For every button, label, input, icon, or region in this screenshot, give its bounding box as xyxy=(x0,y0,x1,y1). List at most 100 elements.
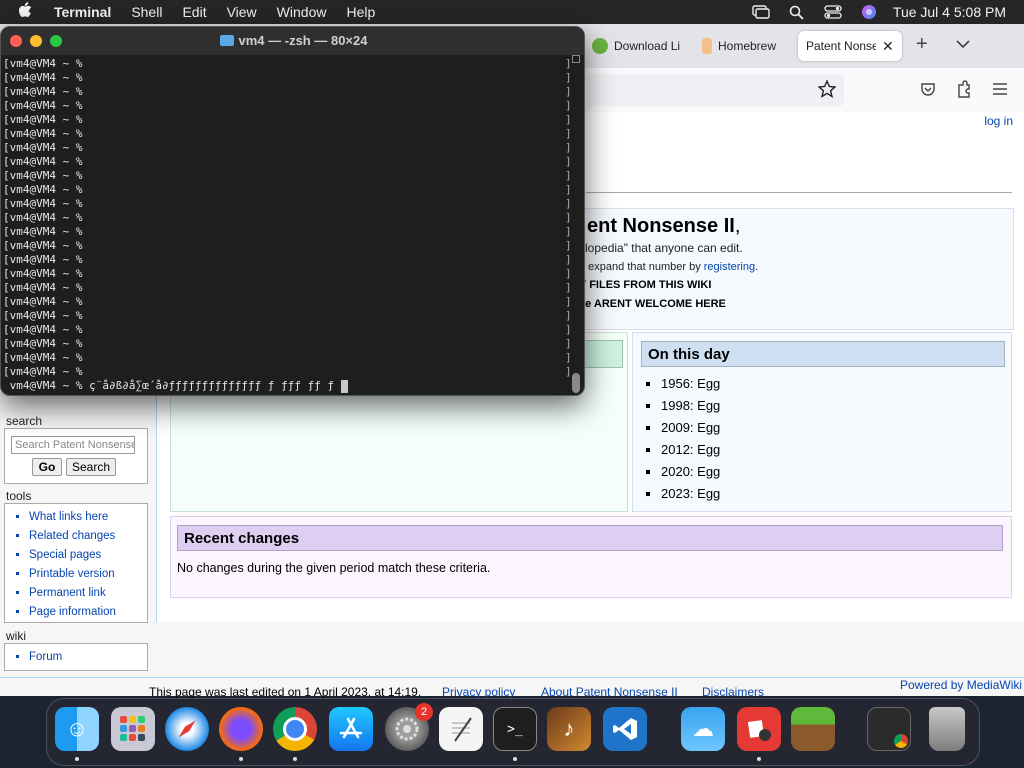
terminal-line: [vm4@VM4 ~ % xyxy=(3,71,83,84)
welcome-title: ent Nonsense II, xyxy=(587,215,741,237)
menu-bar: Terminal Shell Edit View Window Help Tue… xyxy=(0,0,1024,24)
list-item: 2012: Egg xyxy=(661,439,720,461)
on-this-day-box: On this day 1956: Egg 1998: Egg 2009: Eg… xyxy=(632,332,1012,512)
firefox-icon[interactable] xyxy=(219,707,263,751)
apple-menu-icon[interactable] xyxy=(18,2,38,22)
terminal-line: [vm4@VM4 ~ % xyxy=(3,169,83,182)
vscode-icon[interactable] xyxy=(603,707,647,751)
close-tab-icon[interactable]: ✕ xyxy=(882,38,894,55)
siri-icon[interactable] xyxy=(857,4,881,20)
new-tab-icon[interactable]: + xyxy=(916,33,928,56)
terminal-line: [vm4@VM4 ~ % xyxy=(3,113,83,126)
terminal-line: [vm4@VM4 ~ % xyxy=(3,337,83,350)
control-center-icon[interactable] xyxy=(821,4,845,20)
welcome-tagline: clopedia" that anyone can edit. xyxy=(579,241,743,255)
terminal-window[interactable]: vm4 — -zsh — 80×24 [vm4@VM4 ~ % [vm4@VM4 … xyxy=(0,26,585,396)
minimized-window-thumbnail[interactable] xyxy=(867,707,911,751)
search-button[interactable]: Search xyxy=(66,458,116,476)
menu-edit[interactable]: Edit xyxy=(182,4,206,20)
footer-disclaimers-link[interactable]: Disclaimers xyxy=(702,685,764,699)
terminal-titlebar[interactable]: vm4 — -zsh — 80×24 xyxy=(1,27,584,55)
url-bar[interactable] xyxy=(586,74,844,106)
tab-label: Patent Nonse xyxy=(806,39,876,53)
homebrew-favicon-icon xyxy=(702,38,712,54)
tools-portlet: What links here Related changes Special … xyxy=(4,503,148,623)
launchpad-icon[interactable] xyxy=(111,707,155,751)
tools-special-pages[interactable]: Special pages xyxy=(29,546,147,565)
menu-clock[interactable]: Tue Jul 4 5:08 PM xyxy=(893,4,1006,20)
go-button[interactable]: Go xyxy=(32,458,62,476)
register-link[interactable]: registering xyxy=(704,261,755,273)
textedit-icon[interactable] xyxy=(439,707,483,751)
running-indicator xyxy=(293,757,297,761)
terminal-line: [vm4@VM4 ~ % xyxy=(3,127,83,140)
terminal-line: [vm4@VM4 ~ % xyxy=(3,267,83,280)
wiki-footer: This page was last edited on 1 April 202… xyxy=(0,677,1024,699)
tab-label: Download Li xyxy=(614,39,681,53)
tab-homebrew[interactable]: Homebrew xyxy=(702,31,776,61)
chrome-icon[interactable] xyxy=(273,707,317,751)
wiki-forum-link[interactable]: Forum xyxy=(29,648,147,667)
tab-download[interactable]: Download Li xyxy=(592,31,680,61)
tab-patent-nonsense[interactable]: Patent Nonse ✕ xyxy=(798,31,902,61)
welcome-register-line: o expand that number by registering. xyxy=(579,261,759,273)
settings-badge: 2 xyxy=(415,703,433,721)
garageband-icon[interactable]: ♪ xyxy=(547,707,591,751)
pocket-icon[interactable] xyxy=(920,81,936,102)
terminal-line: [vm4@VM4 ~ % xyxy=(3,197,83,210)
powered-by-mediawiki[interactable]: Powered by MediaWiki xyxy=(900,678,1022,692)
terminal-line: [vm4@VM4 ~ % xyxy=(3,351,83,364)
terminal-current-line[interactable]: vm4@VM4 ~ % ç¨å∂ß∂å∑œ´å∂ƒƒƒƒƒƒƒƒƒƒƒƒƒƒ ƒ… xyxy=(3,379,348,393)
hamburger-menu-icon[interactable] xyxy=(992,82,1008,101)
scrollbar-thumb[interactable] xyxy=(572,373,580,393)
menu-window[interactable]: Window xyxy=(277,4,327,20)
list-item: 1956: Egg xyxy=(661,373,720,395)
menu-app-terminal[interactable]: Terminal xyxy=(54,4,111,20)
recent-changes-box: Recent changes No changes during the giv… xyxy=(170,516,1012,598)
login-link[interactable]: log in xyxy=(984,114,1013,128)
menu-view[interactable]: View xyxy=(227,4,257,20)
terminal-icon[interactable]: >_ xyxy=(493,707,537,751)
recent-changes-heading: Recent changes xyxy=(177,525,1003,551)
minecraft-icon[interactable] xyxy=(791,707,835,751)
bookmark-star-icon[interactable] xyxy=(817,79,837,103)
photo-booth-icon[interactable] xyxy=(737,707,781,751)
wiki-search-input[interactable]: Search Patent Nonsense II xyxy=(11,436,135,454)
terminal-line: [vm4@VM4 ~ % xyxy=(3,365,83,378)
linux-mint-favicon-icon xyxy=(592,38,608,54)
terminal-line: [vm4@VM4 ~ % xyxy=(3,253,83,266)
folder-icon xyxy=(219,35,234,46)
tools-what-links-here[interactable]: What links here xyxy=(29,508,147,527)
wiki-label: wiki xyxy=(6,629,26,643)
app-store-icon[interactable] xyxy=(329,707,373,751)
list-item: 1998: Egg xyxy=(661,395,720,417)
tools-permanent-link[interactable]: Permanent link xyxy=(29,584,147,603)
spotlight-search-icon[interactable] xyxy=(785,4,809,20)
terminal-line: [vm4@VM4 ~ % xyxy=(3,295,83,308)
footer-privacy-link[interactable]: Privacy policy xyxy=(442,685,515,699)
finder-icon[interactable]: ☺ xyxy=(55,707,99,751)
safari-icon[interactable] xyxy=(165,707,209,751)
terminal-scrollbar[interactable] xyxy=(571,55,581,395)
recent-changes-text: No changes during the given period match… xyxy=(177,561,491,575)
tools-related-changes[interactable]: Related changes xyxy=(29,527,147,546)
screen-mirroring-icon[interactable] xyxy=(749,4,773,20)
terminal-line: [vm4@VM4 ~ % xyxy=(3,57,83,70)
menu-help[interactable]: Help xyxy=(346,4,375,20)
tools-printable-version[interactable]: Printable version xyxy=(29,565,147,584)
terminal-output[interactable]: [vm4@VM4 ~ % [vm4@VM4 ~ % [vm4@VM4 ~ % [vm4… xyxy=(3,57,348,393)
title-divider xyxy=(586,192,1012,193)
menu-shell[interactable]: Shell xyxy=(131,4,162,20)
terminal-line: [vm4@VM4 ~ % xyxy=(3,183,83,196)
tab-list-chevron-icon[interactable] xyxy=(956,36,970,54)
running-indicator xyxy=(757,757,761,761)
footer-about-link[interactable]: About Patent Nonsense II xyxy=(541,685,678,699)
tools-page-information[interactable]: Page information xyxy=(29,603,147,622)
trash-icon[interactable] xyxy=(929,707,965,751)
terminal-line: [vm4@VM4 ~ % xyxy=(3,85,83,98)
system-settings-icon[interactable]: 2 xyxy=(385,703,433,751)
terminal-cursor xyxy=(340,379,348,393)
welcome-notice-2: ke ARENT WELCOME HERE xyxy=(579,298,726,310)
extensions-icon[interactable] xyxy=(956,80,972,103)
weather-icon[interactable]: ☁ xyxy=(681,707,725,751)
